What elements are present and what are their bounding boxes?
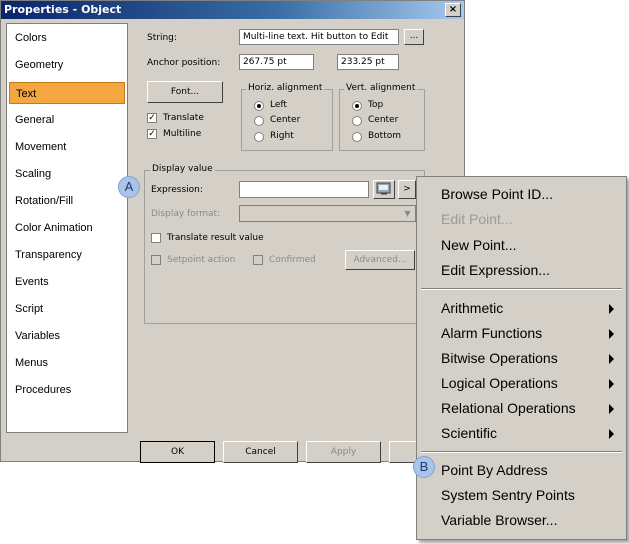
ok-button[interactable]: OK [140, 441, 215, 463]
apply-button[interactable]: Apply [306, 441, 381, 463]
nav-item-events[interactable]: Events [9, 271, 125, 293]
dropdown-arrow-icon: ▼ [401, 207, 414, 220]
nav-item-variables[interactable]: Variables [9, 325, 125, 347]
vert-top-label: Top [368, 100, 384, 110]
horiz-center-label: Center [270, 115, 301, 125]
font-button[interactable]: Font... [147, 81, 223, 103]
string-label: String: [147, 33, 177, 43]
expression-field[interactable] [239, 181, 369, 198]
nav-item-geometry[interactable]: Geometry [9, 54, 125, 76]
vert-center-radio[interactable] [352, 116, 362, 126]
menu-separator [421, 288, 622, 290]
anchor-y-field[interactable]: 233.25 pt [337, 54, 399, 70]
nav-item-menus[interactable]: Menus [9, 352, 125, 374]
cancel-button[interactable]: Cancel [223, 441, 298, 463]
menu-item-system-sentry-points[interactable]: System Sentry Points [441, 487, 575, 503]
menu-item-relational-operations[interactable]: Relational Operations [441, 400, 576, 416]
advanced-button[interactable]: Advanced... [345, 250, 415, 270]
vert-alignment-title: Vert. alignment [344, 83, 418, 93]
confirmed-checkbox[interactable] [253, 255, 263, 265]
menu-item-variable-browser[interactable]: Variable Browser... [441, 512, 557, 528]
menu-item-edit-expression[interactable]: Edit Expression... [441, 262, 550, 278]
horiz-center-radio[interactable] [254, 116, 264, 126]
horiz-alignment-title: Horiz. alignment [246, 83, 325, 93]
edit-string-button[interactable]: ... [404, 29, 424, 45]
nav-item-procedures[interactable]: Procedures [9, 379, 125, 401]
nav-item-general[interactable]: General [9, 109, 125, 131]
setpoint-label: Setpoint action [167, 255, 236, 265]
nav-item-rotation-fill[interactable]: Rotation/Fill [9, 190, 125, 212]
vert-top-radio[interactable] [352, 101, 362, 111]
menu-item-alarm-functions[interactable]: Alarm Functions [441, 325, 542, 341]
menu-item-bitwise-operations[interactable]: Bitwise Operations [441, 350, 558, 366]
window-title: Properties - Object [4, 3, 122, 16]
display-format-label: Display format: [151, 209, 221, 219]
nav-item-text[interactable]: Text [9, 82, 125, 104]
menu-item-point-by-address[interactable]: Point By Address [441, 462, 548, 478]
display-format-select[interactable] [239, 205, 416, 222]
expression-label: Expression: [151, 185, 203, 195]
multiline-label: Multiline [163, 129, 202, 139]
nav-item-color-animation[interactable]: Color Animation [9, 217, 125, 239]
menu-item-scientific[interactable]: Scientific [441, 425, 497, 441]
point-browser-button[interactable] [373, 180, 395, 199]
expression-context-menu: Browse Point ID... Edit Point... New Poi… [416, 176, 627, 540]
nav-item-script[interactable]: Script [9, 298, 125, 320]
horiz-right-label: Right [270, 131, 294, 141]
setpoint-checkbox[interactable] [151, 255, 161, 265]
menu-item-logical-operations[interactable]: Logical Operations [441, 375, 558, 391]
anchor-label: Anchor position: [147, 58, 221, 68]
nav-item-movement[interactable]: Movement [9, 136, 125, 158]
horiz-left-radio[interactable] [254, 101, 264, 111]
string-field[interactable]: Multi-line text. Hit button to Edit [239, 29, 399, 45]
translate-result-checkbox[interactable] [151, 233, 161, 243]
translate-result-label: Translate result value [167, 233, 264, 243]
confirmed-label: Confirmed [269, 255, 316, 265]
anchor-x-field[interactable]: 267.75 pt [239, 54, 314, 70]
vert-bottom-radio[interactable] [352, 132, 362, 142]
horiz-alignment-group: Horiz. alignment Left Center Right [241, 83, 333, 151]
submenu-arrow-icon [609, 304, 614, 314]
submenu-arrow-icon [609, 379, 614, 389]
translate-label: Translate [163, 113, 204, 123]
expression-menu-button[interactable]: > [398, 180, 416, 199]
callout-badge-b: B [413, 456, 435, 478]
menu-item-edit-point[interactable]: Edit Point... [441, 211, 513, 227]
submenu-arrow-icon [609, 429, 614, 439]
nav-item-colors[interactable]: Colors [9, 27, 125, 49]
vert-alignment-group: Vert. alignment Top Center Bottom [339, 83, 425, 151]
menu-item-browse-point-id[interactable]: Browse Point ID... [441, 186, 553, 202]
nav-item-transparency[interactable]: Transparency [9, 244, 125, 266]
menu-item-arithmetic[interactable]: Arithmetic [441, 300, 503, 316]
vert-bottom-label: Bottom [368, 131, 402, 141]
horiz-left-label: Left [270, 100, 287, 110]
title-bar[interactable]: Properties - Object × [1, 1, 464, 19]
submenu-arrow-icon [609, 354, 614, 364]
menu-separator [421, 451, 622, 453]
vert-center-label: Center [368, 115, 399, 125]
display-value-title: Display value [150, 164, 215, 174]
menu-item-new-point[interactable]: New Point... [441, 237, 516, 253]
translate-checkbox[interactable]: ✓ [147, 113, 157, 123]
callout-badge-a: A [118, 176, 140, 198]
point-browser-icon [376, 182, 391, 195]
nav-item-scaling[interactable]: Scaling [9, 163, 125, 185]
horiz-right-radio[interactable] [254, 132, 264, 142]
submenu-arrow-icon [609, 329, 614, 339]
category-list: Colors Geometry Text General Movement Sc… [6, 23, 128, 433]
submenu-arrow-icon [609, 404, 614, 414]
multiline-checkbox[interactable]: ✓ [147, 129, 157, 139]
close-icon[interactable]: × [445, 3, 461, 17]
properties-dialog: Properties - Object × Colors Geometry Te… [0, 0, 465, 463]
